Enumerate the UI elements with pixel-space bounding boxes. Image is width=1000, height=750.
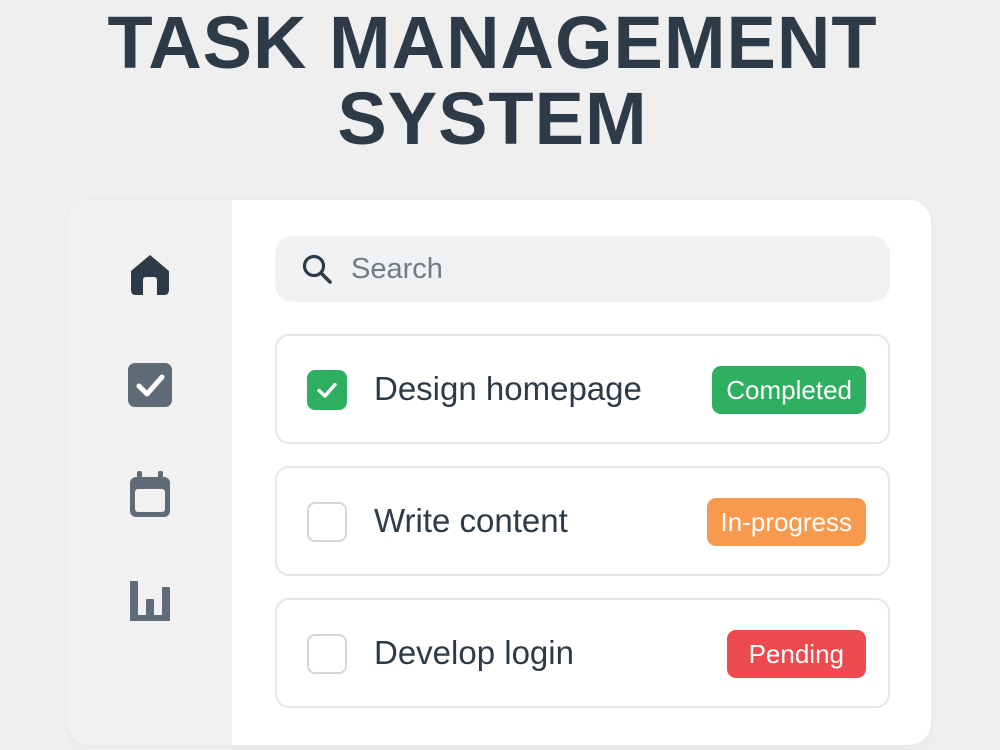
- sidebar-item-reports[interactable]: [122, 572, 178, 628]
- calendar-icon: [130, 471, 170, 517]
- sidebar-item-tasks[interactable]: [122, 357, 178, 413]
- home-icon: [131, 255, 169, 295]
- task-item[interactable]: Write content In-progress: [275, 466, 890, 576]
- checkmark-icon: [317, 382, 337, 398]
- sidebar-item-calendar[interactable]: [122, 466, 178, 522]
- page-title-line-2: SYSTEM: [337, 77, 648, 160]
- task-label: Write content: [374, 502, 568, 539]
- search-input[interactable]: [349, 251, 833, 287]
- task-label: Design homepage: [374, 370, 642, 407]
- task-item[interactable]: Develop login Pending: [275, 598, 890, 708]
- task-label: Develop login: [374, 634, 574, 671]
- sidebar-item-home[interactable]: [122, 246, 178, 302]
- page-title-line-1: TASK MANAGEMENT: [107, 1, 878, 84]
- checkbox-icon: [128, 363, 172, 407]
- status-badge: Completed: [712, 366, 866, 414]
- search-icon: [302, 254, 332, 284]
- sidebar: [68, 200, 232, 745]
- task-item[interactable]: Design homepage Completed: [275, 334, 890, 444]
- status-badge: In-progress: [706, 498, 866, 546]
- task-checkbox[interactable]: [307, 634, 347, 674]
- status-badge: Pending: [726, 630, 866, 678]
- task-checkbox[interactable]: [307, 370, 347, 410]
- search-bar[interactable]: [275, 236, 890, 302]
- task-checkbox[interactable]: [307, 502, 347, 542]
- page-title: TASK MANAGEMENT SYSTEM: [0, 0, 985, 157]
- app-panel: Design homepage Completed Write content …: [68, 200, 931, 745]
- chart-icon: [130, 581, 170, 621]
